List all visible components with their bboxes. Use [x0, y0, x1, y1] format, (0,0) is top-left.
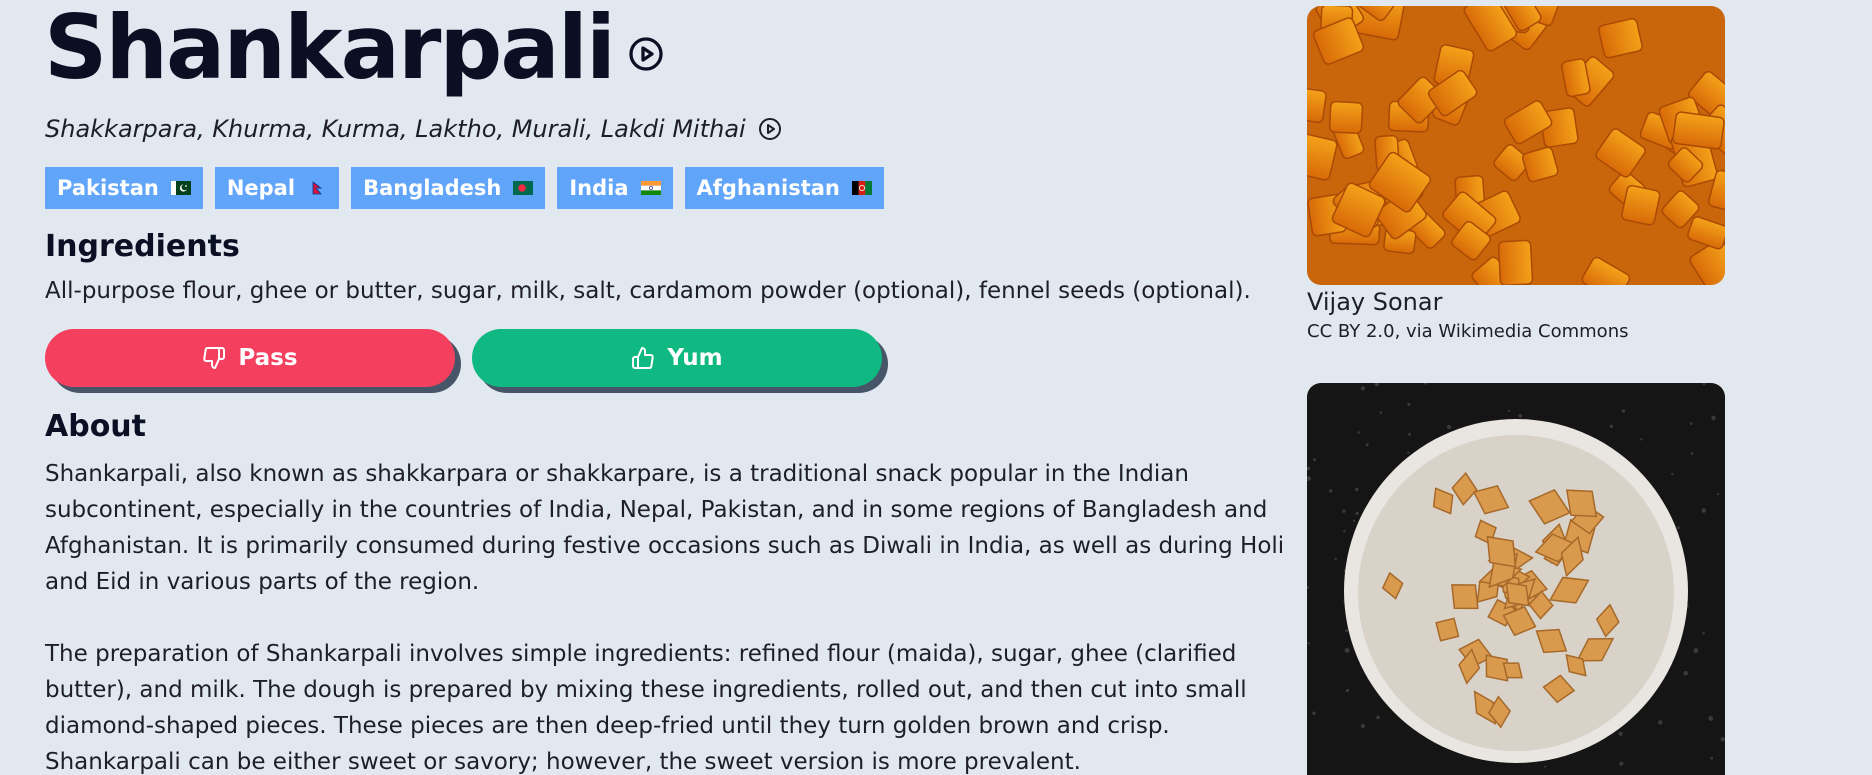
country-name: India — [569, 176, 629, 200]
photo-license[interactable]: CC BY 2.0, via Wikimedia Commons — [1307, 321, 1628, 342]
counter-speckle — [1720, 737, 1725, 742]
about-heading: About — [45, 409, 147, 444]
counter-speckle — [1693, 648, 1699, 654]
counter-speckle — [1507, 409, 1511, 413]
counter-speckle — [1360, 723, 1365, 728]
pass-button[interactable]: Pass — [45, 329, 455, 387]
alt-names-row: Shakkarpara, Khurma, Kurma, Laktho, Mura… — [45, 115, 782, 143]
country-tag-afghanistan[interactable]: Afghanistan — [684, 167, 884, 209]
counter-speckle — [1379, 411, 1383, 414]
counter-speckle — [1711, 415, 1716, 421]
counter-speckle — [1313, 458, 1317, 462]
india-flag-icon — [640, 181, 661, 195]
country-name: Pakistan — [57, 176, 159, 200]
counter-speckle — [1345, 629, 1349, 633]
counter-speckle — [1407, 451, 1410, 455]
nepal-flag-icon — [312, 181, 323, 195]
counter-speckle — [1671, 472, 1674, 476]
counter-speckle — [1658, 720, 1663, 725]
afghanistan-flag-icon — [851, 181, 872, 195]
counter-speckle — [1710, 756, 1714, 760]
counter-speckle — [1312, 711, 1316, 715]
counter-speckle — [1334, 557, 1337, 561]
about-text: Shankarpali, also known as shakkarpara o… — [45, 456, 1285, 775]
counter-speckle — [1708, 716, 1714, 721]
country-name: Afghanistan — [696, 176, 840, 200]
counter-speckle — [1346, 688, 1350, 692]
play-pronunciation-icon[interactable] — [628, 36, 664, 72]
dish-page: Shankarpali Shakkarpara, Khurma, Kurma, … — [0, 0, 1872, 775]
fried-piece — [1307, 85, 1327, 124]
counter-speckle — [1609, 424, 1614, 429]
country-tag-nepal[interactable]: Nepal — [214, 167, 340, 209]
counter-speckle — [1376, 715, 1380, 720]
ingredients-text: All-purpose flour, ghee or butter, sugar… — [45, 278, 1251, 304]
yum-button[interactable]: Yum — [472, 329, 882, 387]
country-tag-pakistan[interactable]: Pakistan — [45, 167, 203, 209]
yum-label: Yum — [667, 345, 723, 371]
counter-speckle — [1717, 493, 1720, 496]
about-paragraph: Shankarpali, also known as shakkarpara o… — [45, 461, 1285, 595]
country-tags: Pakistan Nepal Bangladesh India Afghanis… — [45, 167, 884, 209]
counter-speckle — [1408, 432, 1412, 436]
counter-speckle — [1355, 511, 1359, 516]
fried-piece — [1497, 239, 1534, 285]
bowl-image — [1307, 383, 1725, 775]
counter-speckle — [1342, 509, 1346, 513]
dish-photo-bowl[interactable] — [1307, 383, 1725, 775]
fried-piece — [1672, 111, 1725, 150]
thumbs-up-icon — [632, 347, 655, 369]
fried-pieces-image — [1307, 6, 1725, 285]
counter-speckle — [1352, 519, 1356, 522]
counter-speckle — [1702, 631, 1705, 635]
counter-speckle — [1723, 387, 1725, 390]
country-name: Nepal — [226, 176, 296, 200]
pakistan-flag-icon — [170, 181, 191, 195]
counter-speckle — [1683, 670, 1688, 676]
counter-speckle — [1690, 452, 1694, 455]
counter-speckle — [1640, 438, 1643, 441]
alt-names: Shakkarpara, Khurma, Kurma, Laktho, Mura… — [45, 115, 746, 143]
counter-speckle — [1701, 508, 1707, 513]
bangladesh-flag-icon — [513, 181, 534, 195]
counter-speckle — [1344, 648, 1350, 653]
counter-speckle — [1447, 424, 1452, 430]
counter-speckle — [1407, 402, 1411, 406]
pass-label: Pass — [238, 345, 298, 371]
dish-title: Shankarpali — [44, 0, 616, 99]
play-alt-names-icon[interactable] — [758, 117, 782, 141]
title-row: Shankarpali — [44, 0, 664, 96]
country-tag-india[interactable]: India — [557, 167, 673, 209]
ingredients-heading: Ingredients — [45, 229, 240, 264]
fried-piece — [1621, 184, 1661, 226]
dish-photo-pile[interactable] — [1307, 6, 1725, 285]
fried-piece — [1328, 100, 1364, 134]
counter-speckle — [1343, 529, 1346, 533]
country-name: Bangladesh — [363, 176, 502, 200]
counter-speckle — [1328, 489, 1333, 493]
counter-speckle — [1544, 765, 1547, 768]
about-paragraph: The preparation of Shankarpali involves … — [45, 641, 1247, 775]
photo-author[interactable]: Vijay Sonar — [1307, 288, 1442, 316]
counter-speckle — [1365, 443, 1369, 447]
counter-speckle — [1619, 761, 1624, 766]
counter-speckle — [1357, 431, 1360, 434]
counter-speckle — [1307, 642, 1310, 645]
counter-speckle — [1355, 487, 1359, 492]
counter-speckle — [1618, 731, 1623, 736]
counter-speckle — [1621, 409, 1626, 413]
counter-speckle — [1518, 414, 1523, 418]
counter-speckle — [1689, 422, 1693, 425]
counter-speckle — [1360, 386, 1366, 391]
country-tag-bangladesh[interactable]: Bangladesh — [351, 167, 546, 209]
counter-speckle — [1676, 526, 1680, 530]
thumbs-down-icon — [203, 347, 226, 369]
